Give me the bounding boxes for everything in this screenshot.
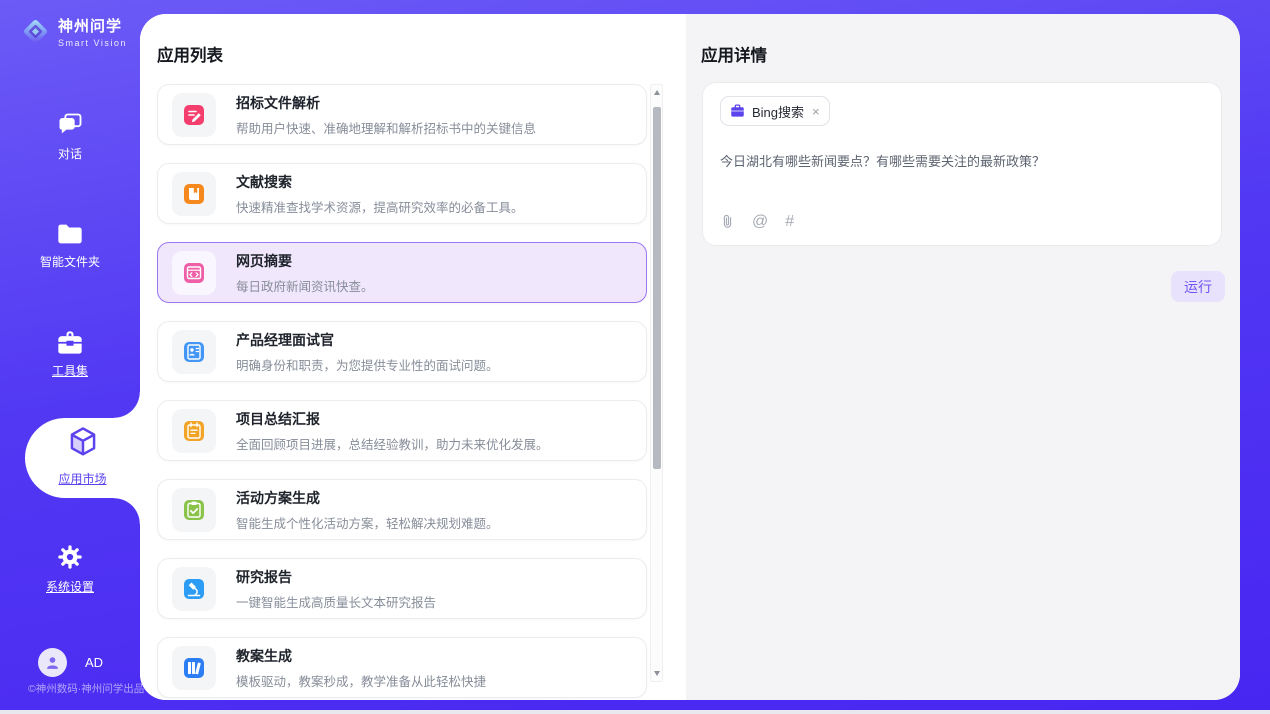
app-desc: 模板驱动，教案秒成，教学准备从此轻松快捷 <box>236 671 486 690</box>
app-card-research-report[interactable]: 研究报告 一键智能生成高质量长文本研究报告 <box>157 558 647 619</box>
research-icon <box>181 576 207 602</box>
app-icon-box <box>172 488 216 532</box>
app-desc: 明确身份和职责，为您提供专业性的面试问题。 <box>236 355 499 374</box>
app-detail-title: 应用详情 <box>701 42 767 66</box>
chat-icon <box>56 112 84 138</box>
composer-toolbar: @ # <box>720 213 794 230</box>
person-icon <box>44 654 61 671</box>
app-list: 招标文件解析 帮助用户快速、准确地理解和解析招标书中的关键信息 文献搜索 <box>157 84 647 700</box>
app-name: 文献搜索 <box>236 172 524 192</box>
app-icon-box <box>172 646 216 690</box>
app-card-lesson-plan[interactable]: 教案生成 模板驱动，教案秒成，教学准备从此轻松快捷 <box>157 637 647 698</box>
cube-icon <box>68 426 98 458</box>
app-desc: 帮助用户快速、准确地理解和解析招标书中的关键信息 <box>236 118 536 137</box>
app-frame: 神州问学 Smart Vision 对话 智能文件夹 <box>0 0 1270 710</box>
app-icon-box <box>172 172 216 216</box>
app-name: 网页摘要 <box>236 251 374 271</box>
sidebar-item-label: 对话 <box>0 145 140 162</box>
interview-doc-icon <box>181 339 207 365</box>
sidebar-item-app-market[interactable]: 应用市场 <box>25 418 140 498</box>
copyright-note: ©神州数码·神州问学出品 <box>28 681 144 696</box>
app-name: 活动方案生成 <box>236 488 499 508</box>
app-icon-box <box>172 330 216 374</box>
app-icon-box <box>172 93 216 137</box>
app-desc: 全面回顾项目进展，总结经验教训，助力未来优化发展。 <box>236 434 549 453</box>
app-card-literature-search[interactable]: 文献搜索 快速精准查找学术资源，提高研究效率的必备工具。 <box>157 163 647 224</box>
app-name: 招标文件解析 <box>236 93 536 113</box>
folder-icon <box>56 222 84 246</box>
app-list-title: 应用列表 <box>157 42 223 66</box>
app-icon-box <box>172 409 216 453</box>
briefcase-icon <box>730 104 745 118</box>
app-name: 产品经理面试官 <box>236 330 499 350</box>
diamond-logo-icon <box>20 16 51 47</box>
paperclip-icon[interactable] <box>720 213 735 230</box>
sidebar-item-label: 应用市场 <box>25 470 140 487</box>
sidebar-item-smart-folder[interactable]: 智能文件夹 <box>0 222 140 270</box>
app-name: 项目总结汇报 <box>236 409 549 429</box>
run-button[interactable]: 运行 <box>1171 271 1225 302</box>
app-detail-pane: 应用详情 Bing搜索 × 今日湖北有哪些新闻要点？有哪些需要关注的最新政策？ <box>686 14 1240 700</box>
close-icon[interactable]: × <box>812 104 820 119</box>
book-icon <box>181 181 207 207</box>
sidebar-item-label: 系统设置 <box>0 578 140 595</box>
brand-subtitle: Smart Vision <box>58 38 127 48</box>
app-icon-box <box>172 567 216 611</box>
composer-card: Bing搜索 × 今日湖北有哪些新闻要点？有哪些需要关注的最新政策？ @ # <box>702 82 1222 246</box>
brand-logo: 神州问学 Smart Vision <box>20 15 127 48</box>
web-page-icon <box>181 260 207 286</box>
app-desc: 一键智能生成高质量长文本研究报告 <box>236 592 436 611</box>
clipboard-check-icon <box>181 497 207 523</box>
tool-tag-bing-search[interactable]: Bing搜索 × <box>720 96 830 126</box>
app-card-activity-plan[interactable]: 活动方案生成 智能生成个性化活动方案，轻松解决规划难题。 <box>157 479 647 540</box>
app-desc: 快速精准查找学术资源，提高研究效率的必备工具。 <box>236 197 524 216</box>
sidebar-item-label: 智能文件夹 <box>0 253 140 270</box>
gear-icon <box>56 543 84 571</box>
content-sheet: 应用列表 招标文件解析 帮助用户快速、准确地理解和解析招标书中的关键信息 <box>140 14 1240 700</box>
app-card-project-summary[interactable]: 项目总结汇报 全面回顾项目进展，总结经验教训，助力未来优化发展。 <box>157 400 647 461</box>
sidebar-item-label: 工具集 <box>0 362 140 379</box>
toolbox-icon <box>56 330 84 355</box>
sidebar-item-settings[interactable]: 系统设置 <box>0 543 140 595</box>
query-text[interactable]: 今日湖北有哪些新闻要点？有哪些需要关注的最新政策？ <box>720 151 1200 170</box>
app-list-pane: 应用列表 招标文件解析 帮助用户快速、准确地理解和解析招标书中的关键信息 <box>140 14 686 700</box>
user-account[interactable]: AD <box>38 648 103 677</box>
document-edit-icon <box>181 102 207 128</box>
brand-name: 神州问学 <box>58 15 127 36</box>
hash-icon[interactable]: # <box>785 214 794 230</box>
books-icon <box>181 655 207 681</box>
scrollbar-thumb[interactable] <box>653 107 661 469</box>
user-initials: AD <box>85 655 103 670</box>
sidebar-item-toolset[interactable]: 工具集 <box>0 330 140 379</box>
scroll-up-icon[interactable] <box>654 90 660 95</box>
app-desc: 智能生成个性化活动方案，轻松解决规划难题。 <box>236 513 499 532</box>
app-card-web-summary[interactable]: 网页摘要 每日政府新闻资讯快查。 <box>157 242 647 303</box>
at-icon[interactable]: @ <box>752 214 768 230</box>
scroll-down-icon[interactable] <box>654 671 660 676</box>
avatar <box>38 648 67 677</box>
notepad-icon <box>181 418 207 444</box>
app-list-scrollbar[interactable] <box>650 84 663 682</box>
app-name: 研究报告 <box>236 567 436 587</box>
app-name: 教案生成 <box>236 646 486 666</box>
sidebar-item-chat[interactable]: 对话 <box>0 112 140 162</box>
app-card-bid-parse[interactable]: 招标文件解析 帮助用户快速、准确地理解和解析招标书中的关键信息 <box>157 84 647 145</box>
app-icon-box <box>172 251 216 295</box>
sidebar: 神州问学 Smart Vision 对话 智能文件夹 <box>0 0 140 710</box>
app-desc: 每日政府新闻资讯快查。 <box>236 276 374 295</box>
app-card-pm-interviewer[interactable]: 产品经理面试官 明确身份和职责，为您提供专业性的面试问题。 <box>157 321 647 382</box>
tool-tag-label: Bing搜索 <box>752 102 804 121</box>
